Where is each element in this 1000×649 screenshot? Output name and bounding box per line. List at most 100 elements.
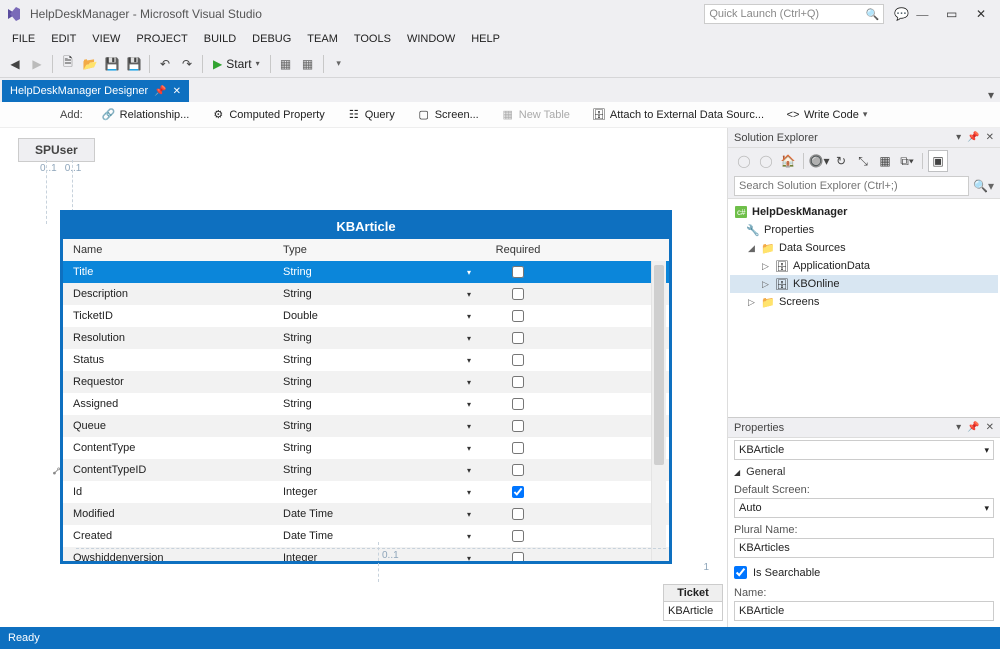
entity-row[interactable]: StatusString▾	[63, 349, 669, 371]
tree-root[interactable]: c# HelpDeskManager	[730, 203, 998, 221]
type-dropdown-icon[interactable]: ▾	[467, 510, 483, 519]
entity-spuser[interactable]: SPUser	[18, 138, 95, 162]
entity-row[interactable]: ModifiedDate Time▾	[63, 503, 669, 525]
cloud-icon[interactable]: ▾	[328, 53, 350, 75]
entity-row[interactable]: AssignedString▾	[63, 393, 669, 415]
tree-application-data[interactable]: ▷ 🗄 ApplicationData	[730, 257, 998, 275]
redo-icon[interactable]: ↷	[176, 53, 198, 75]
is-searchable-row[interactable]: Is Searchable	[734, 566, 994, 579]
new-project-icon[interactable]: 🗎	[57, 53, 79, 75]
cell-required[interactable]	[483, 332, 553, 344]
scrollbar-thumb[interactable]	[654, 265, 664, 465]
required-checkbox[interactable]	[512, 266, 524, 278]
entity-row[interactable]: QueueString▾	[63, 415, 669, 437]
menu-view[interactable]: VIEW	[84, 30, 128, 48]
forward-icon[interactable]: ◯	[756, 150, 776, 172]
pin-icon[interactable]: 📌	[967, 132, 979, 143]
type-dropdown-icon[interactable]: ▾	[467, 378, 483, 387]
panel-close-icon[interactable]: ✕	[986, 422, 994, 433]
tree-data-sources[interactable]: ◢ 📁 Data Sources	[730, 239, 998, 257]
panel-close-icon[interactable]: ✕	[986, 132, 994, 143]
menu-project[interactable]: PROJECT	[128, 30, 195, 48]
type-dropdown-icon[interactable]: ▾	[467, 334, 483, 343]
type-dropdown-icon[interactable]: ▾	[467, 290, 483, 299]
cell-required[interactable]	[483, 508, 553, 520]
type-dropdown-icon[interactable]: ▾	[467, 268, 483, 277]
type-dropdown-icon[interactable]: ▾	[467, 400, 483, 409]
close-button[interactable]: ✕	[968, 7, 994, 22]
properties-group-general[interactable]: ◢ General	[734, 466, 994, 478]
screen2-icon[interactable]: ▦	[297, 53, 319, 75]
required-checkbox[interactable]	[512, 332, 524, 344]
cell-required[interactable]	[483, 266, 553, 278]
tree-kbonline[interactable]: ▷ 🗄 KBOnline	[730, 275, 998, 293]
type-dropdown-icon[interactable]: ▾	[467, 488, 483, 497]
menu-tools[interactable]: TOOLS	[346, 30, 399, 48]
panel-menu-icon[interactable]: ▾	[956, 132, 961, 143]
save-icon[interactable]: 💾	[101, 53, 123, 75]
menu-window[interactable]: WINDOW	[399, 30, 463, 48]
menu-build[interactable]: BUILD	[196, 30, 244, 48]
start-button[interactable]: ▶ Start ▾	[207, 57, 266, 71]
required-checkbox[interactable]	[512, 310, 524, 322]
panel-menu-icon[interactable]: ▾	[956, 422, 961, 433]
save-all-icon[interactable]: 💾	[123, 53, 145, 75]
undo-icon[interactable]: ↶	[154, 53, 176, 75]
menu-file[interactable]: FILE	[4, 30, 43, 48]
tree-expand-icon[interactable]: ▷	[746, 297, 757, 308]
required-checkbox[interactable]	[512, 442, 524, 454]
properties-object-selector[interactable]: KBArticle ▾	[734, 440, 994, 460]
required-checkbox[interactable]	[512, 354, 524, 366]
nav-forward-icon[interactable]: ▶	[26, 53, 48, 75]
home-icon[interactable]: 🏠	[778, 150, 798, 172]
maximize-button[interactable]: ▭	[939, 7, 965, 22]
screen-icon[interactable]: ▦	[275, 53, 297, 75]
sync-icon[interactable]: 🔘▾	[809, 150, 829, 172]
cmd-screen[interactable]: ▢ Screen...	[408, 105, 488, 125]
default-screen-select[interactable]: Auto ▾	[734, 498, 994, 518]
plural-name-input[interactable]: KBArticles	[734, 538, 994, 558]
cell-required[interactable]	[483, 398, 553, 410]
tab-designer[interactable]: HelpDeskManager Designer 📌 ✕	[2, 80, 189, 102]
required-checkbox[interactable]	[512, 552, 524, 561]
cmd-query[interactable]: ☷ Query	[338, 105, 404, 125]
entity-row[interactable]: IdInteger▾	[63, 481, 669, 503]
quick-launch-input[interactable]: Quick Launch (Ctrl+Q) 🔍	[704, 4, 884, 24]
entity-row[interactable]: ResolutionString▾	[63, 327, 669, 349]
is-searchable-checkbox[interactable]	[734, 566, 747, 579]
cell-required[interactable]	[483, 486, 553, 498]
tab-overflow-icon[interactable]: ▾	[988, 88, 1000, 102]
nav-back-icon[interactable]: ◀	[4, 53, 26, 75]
cell-required[interactable]	[483, 552, 553, 561]
tree-expand-icon[interactable]: ▷	[760, 261, 771, 272]
solution-explorer-search-input[interactable]	[734, 176, 969, 196]
entity-row[interactable]: TicketIDDouble▾	[63, 305, 669, 327]
tree-expand-icon[interactable]: ◢	[746, 243, 757, 254]
entity-row[interactable]: RequestorString▾	[63, 371, 669, 393]
properties-icon[interactable]: ⧉▾	[897, 150, 917, 172]
cell-required[interactable]	[483, 442, 553, 454]
tree-expand-icon[interactable]: ▷	[760, 279, 771, 290]
tree-screens[interactable]: ▷ 📁 Screens	[730, 293, 998, 311]
required-checkbox[interactable]	[512, 376, 524, 388]
menu-edit[interactable]: EDIT	[43, 30, 84, 48]
show-all-icon[interactable]: ▦	[875, 150, 895, 172]
type-dropdown-icon[interactable]: ▾	[467, 444, 483, 453]
refresh-icon[interactable]: ↻	[831, 150, 851, 172]
cell-required[interactable]	[483, 530, 553, 542]
required-checkbox[interactable]	[512, 508, 524, 520]
entity-ticket[interactable]: Ticket KBArticle	[663, 584, 723, 621]
entity-row[interactable]: TitleString▾	[63, 261, 669, 283]
pin-icon[interactable]: 📌	[967, 422, 979, 433]
type-dropdown-icon[interactable]: ▾	[467, 312, 483, 321]
minimize-button[interactable]: —	[909, 7, 935, 22]
open-icon[interactable]: 📂	[79, 53, 101, 75]
feedback-icon[interactable]: 💬	[894, 7, 909, 21]
collapse-icon[interactable]: ⤡	[853, 150, 873, 172]
cmd-computed-property[interactable]: ⚙ Computed Property	[202, 105, 333, 125]
cell-required[interactable]	[483, 288, 553, 300]
type-dropdown-icon[interactable]: ▾	[467, 422, 483, 431]
type-dropdown-icon[interactable]: ▾	[467, 466, 483, 475]
cmd-write-code[interactable]: <> Write Code ▾	[777, 105, 876, 125]
tree-properties[interactable]: 🔧 Properties	[730, 221, 998, 239]
